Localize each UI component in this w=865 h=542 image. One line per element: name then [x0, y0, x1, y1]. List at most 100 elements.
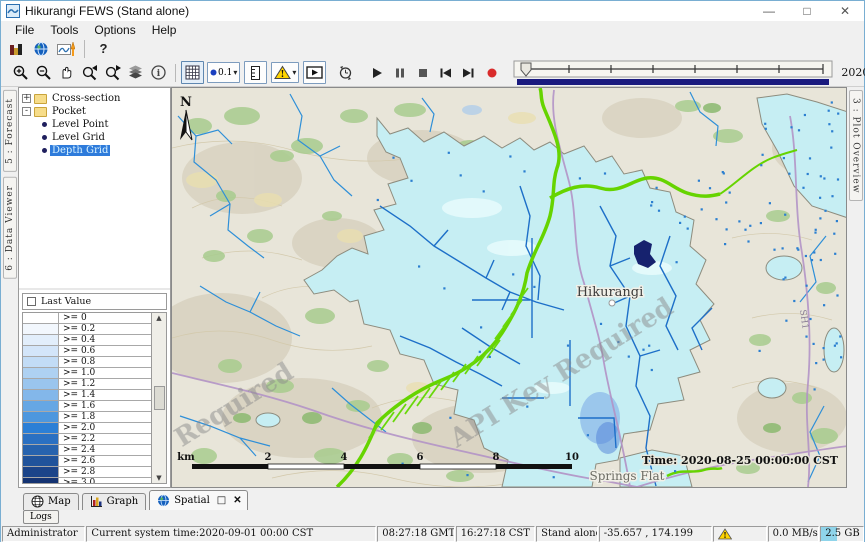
tab-data-viewer[interactable]: 6 : Data Viewer	[3, 177, 17, 279]
tree-item-level-point[interactable]: Level Point	[22, 118, 167, 131]
last-value-row: Last Value	[22, 293, 167, 310]
svg-text:2: 2	[265, 452, 272, 463]
close-button[interactable]: ✕	[826, 1, 864, 21]
record-icon[interactable]	[480, 61, 503, 84]
scroll-up-icon[interactable]: ▲	[156, 314, 161, 322]
skip-start-icon[interactable]	[434, 61, 457, 84]
toolbar-separator	[175, 64, 176, 82]
svg-text:!: !	[281, 70, 285, 80]
window-title: Hikurangi FEWS (Stand alone)	[25, 4, 189, 18]
legend-color-swatch	[23, 368, 59, 378]
maximize-button[interactable]: □	[788, 1, 826, 21]
zoom-in-icon[interactable]	[9, 61, 32, 84]
folder-icon	[34, 107, 47, 117]
minimize-button[interactable]: —	[750, 1, 788, 21]
logs-button[interactable]: Logs	[23, 510, 59, 524]
map-svg[interactable]: API Key Required API Key Required Hikura…	[172, 88, 847, 488]
zoom-out-icon[interactable]	[32, 61, 55, 84]
scrollbar-thumb[interactable]	[154, 386, 165, 410]
info-icon[interactable]: i	[147, 61, 170, 84]
database-icon[interactable]	[4, 37, 27, 60]
status-coordinates: -35.657 , 174.199	[599, 526, 712, 542]
legend-color-swatch	[23, 456, 59, 466]
interval-dropdown[interactable]: 0.1 ▾	[207, 62, 240, 83]
tab-graph[interactable]: Graph	[82, 493, 147, 510]
legend-color-swatch	[23, 346, 59, 356]
svg-text:km: km	[177, 452, 195, 463]
legend-color-swatch	[23, 313, 59, 323]
legend-row-label: >= 0.4	[59, 335, 151, 345]
left-panel: + Cross-section - Pocket Level Point Lev…	[18, 87, 171, 488]
stop-icon[interactable]	[411, 61, 434, 84]
skip-end-icon[interactable]	[457, 61, 480, 84]
menu-item-file[interactable]: File	[7, 22, 42, 38]
bullet-icon	[42, 122, 47, 127]
status-network-rate: 0.0 MB/s	[768, 526, 820, 542]
ruler-button[interactable]	[244, 61, 267, 84]
tree-item-depth-grid[interactable]: Depth Grid	[22, 144, 167, 157]
legend-row: >= 2.0	[23, 423, 151, 434]
timeline-slider[interactable]	[513, 60, 835, 86]
menu-item-help[interactable]: Help	[144, 22, 185, 38]
help-icon[interactable]: ?	[92, 37, 115, 60]
legend-row: >= 0	[23, 313, 151, 324]
scroll-down-icon[interactable]: ▼	[156, 474, 161, 482]
tree-item-pocket[interactable]: - Pocket	[22, 105, 167, 118]
tab-forecast[interactable]: 5 : Forecast	[3, 90, 17, 172]
bar-chart-icon	[90, 495, 103, 508]
status-mode: Stand alone	[536, 526, 598, 542]
tab-maximize-icon[interactable]: □	[217, 495, 226, 506]
tab-map[interactable]: Map	[23, 493, 79, 510]
tab-spatial[interactable]: Spatial □ ✕	[149, 490, 247, 510]
set-datum-icon[interactable]	[334, 61, 357, 84]
play-icon[interactable]	[365, 61, 388, 84]
last-value-checkbox[interactable]	[27, 297, 36, 306]
timeseries-icon[interactable]	[54, 37, 77, 60]
legend-row-label: >= 1.6	[59, 401, 151, 411]
legend-row: >= 2.8	[23, 467, 151, 478]
menu-item-options[interactable]: Options	[86, 22, 143, 38]
status-user: Administrator	[2, 526, 85, 542]
legend-row-label: >= 3.0	[59, 478, 151, 483]
legend-color-swatch	[23, 324, 59, 334]
zoom-next-icon[interactable]	[101, 61, 124, 84]
grid-display-button[interactable]	[181, 61, 204, 84]
legend-row-label: >= 1.8	[59, 412, 151, 422]
zoom-previous-icon[interactable]	[78, 61, 101, 84]
tab-plot-overview[interactable]: 3 : Plot Overview	[849, 90, 863, 201]
menu-item-tools[interactable]: Tools	[42, 22, 86, 38]
legend-color-swatch	[23, 335, 59, 345]
svg-text:4: 4	[341, 452, 348, 463]
pan-hand-icon[interactable]	[55, 61, 78, 84]
legend-row-label: >= 0.2	[59, 324, 151, 334]
layers-icon[interactable]	[124, 61, 147, 84]
legend-scrollbar[interactable]: ▲ ▼	[151, 313, 166, 483]
legend-row: >= 1.4	[23, 390, 151, 401]
town-label: Hikurangi	[577, 285, 644, 300]
pause-icon[interactable]	[388, 61, 411, 84]
warning-icon: !	[718, 528, 732, 540]
tree-item-label: Pocket	[50, 106, 88, 117]
legend-row: >= 2.6	[23, 456, 151, 467]
legend-row-label: >= 1.0	[59, 368, 151, 378]
tree-item-level-grid[interactable]: Level Grid	[22, 131, 167, 144]
town-marker	[609, 300, 615, 306]
status-system-time: Current system time:2020-09-01 00:00 CST	[86, 526, 376, 542]
tree-item-cross-section[interactable]: + Cross-section	[22, 92, 167, 105]
tab-close-icon[interactable]: ✕	[233, 495, 241, 506]
collapse-icon[interactable]: -	[22, 107, 31, 116]
globe-wireframe-icon	[31, 495, 44, 508]
legend-row-label: >= 2.0	[59, 423, 151, 433]
animation-button[interactable]	[303, 61, 326, 84]
legend-row: >= 1.0	[23, 368, 151, 379]
legend-row: >= 0.2	[23, 324, 151, 335]
status-memory: 2.5 GB	[820, 526, 864, 542]
legend-color-swatch	[23, 478, 59, 483]
warning-dropdown[interactable]: ! ▾	[271, 62, 299, 83]
legend-row-label: >= 2.4	[59, 445, 151, 455]
legend-row-label: >= 0.8	[59, 357, 151, 367]
legend-row-label: >= 0.6	[59, 346, 151, 356]
legend-row: >= 0.8	[23, 357, 151, 368]
expand-icon[interactable]: +	[22, 94, 31, 103]
globe-icon[interactable]	[29, 37, 52, 60]
